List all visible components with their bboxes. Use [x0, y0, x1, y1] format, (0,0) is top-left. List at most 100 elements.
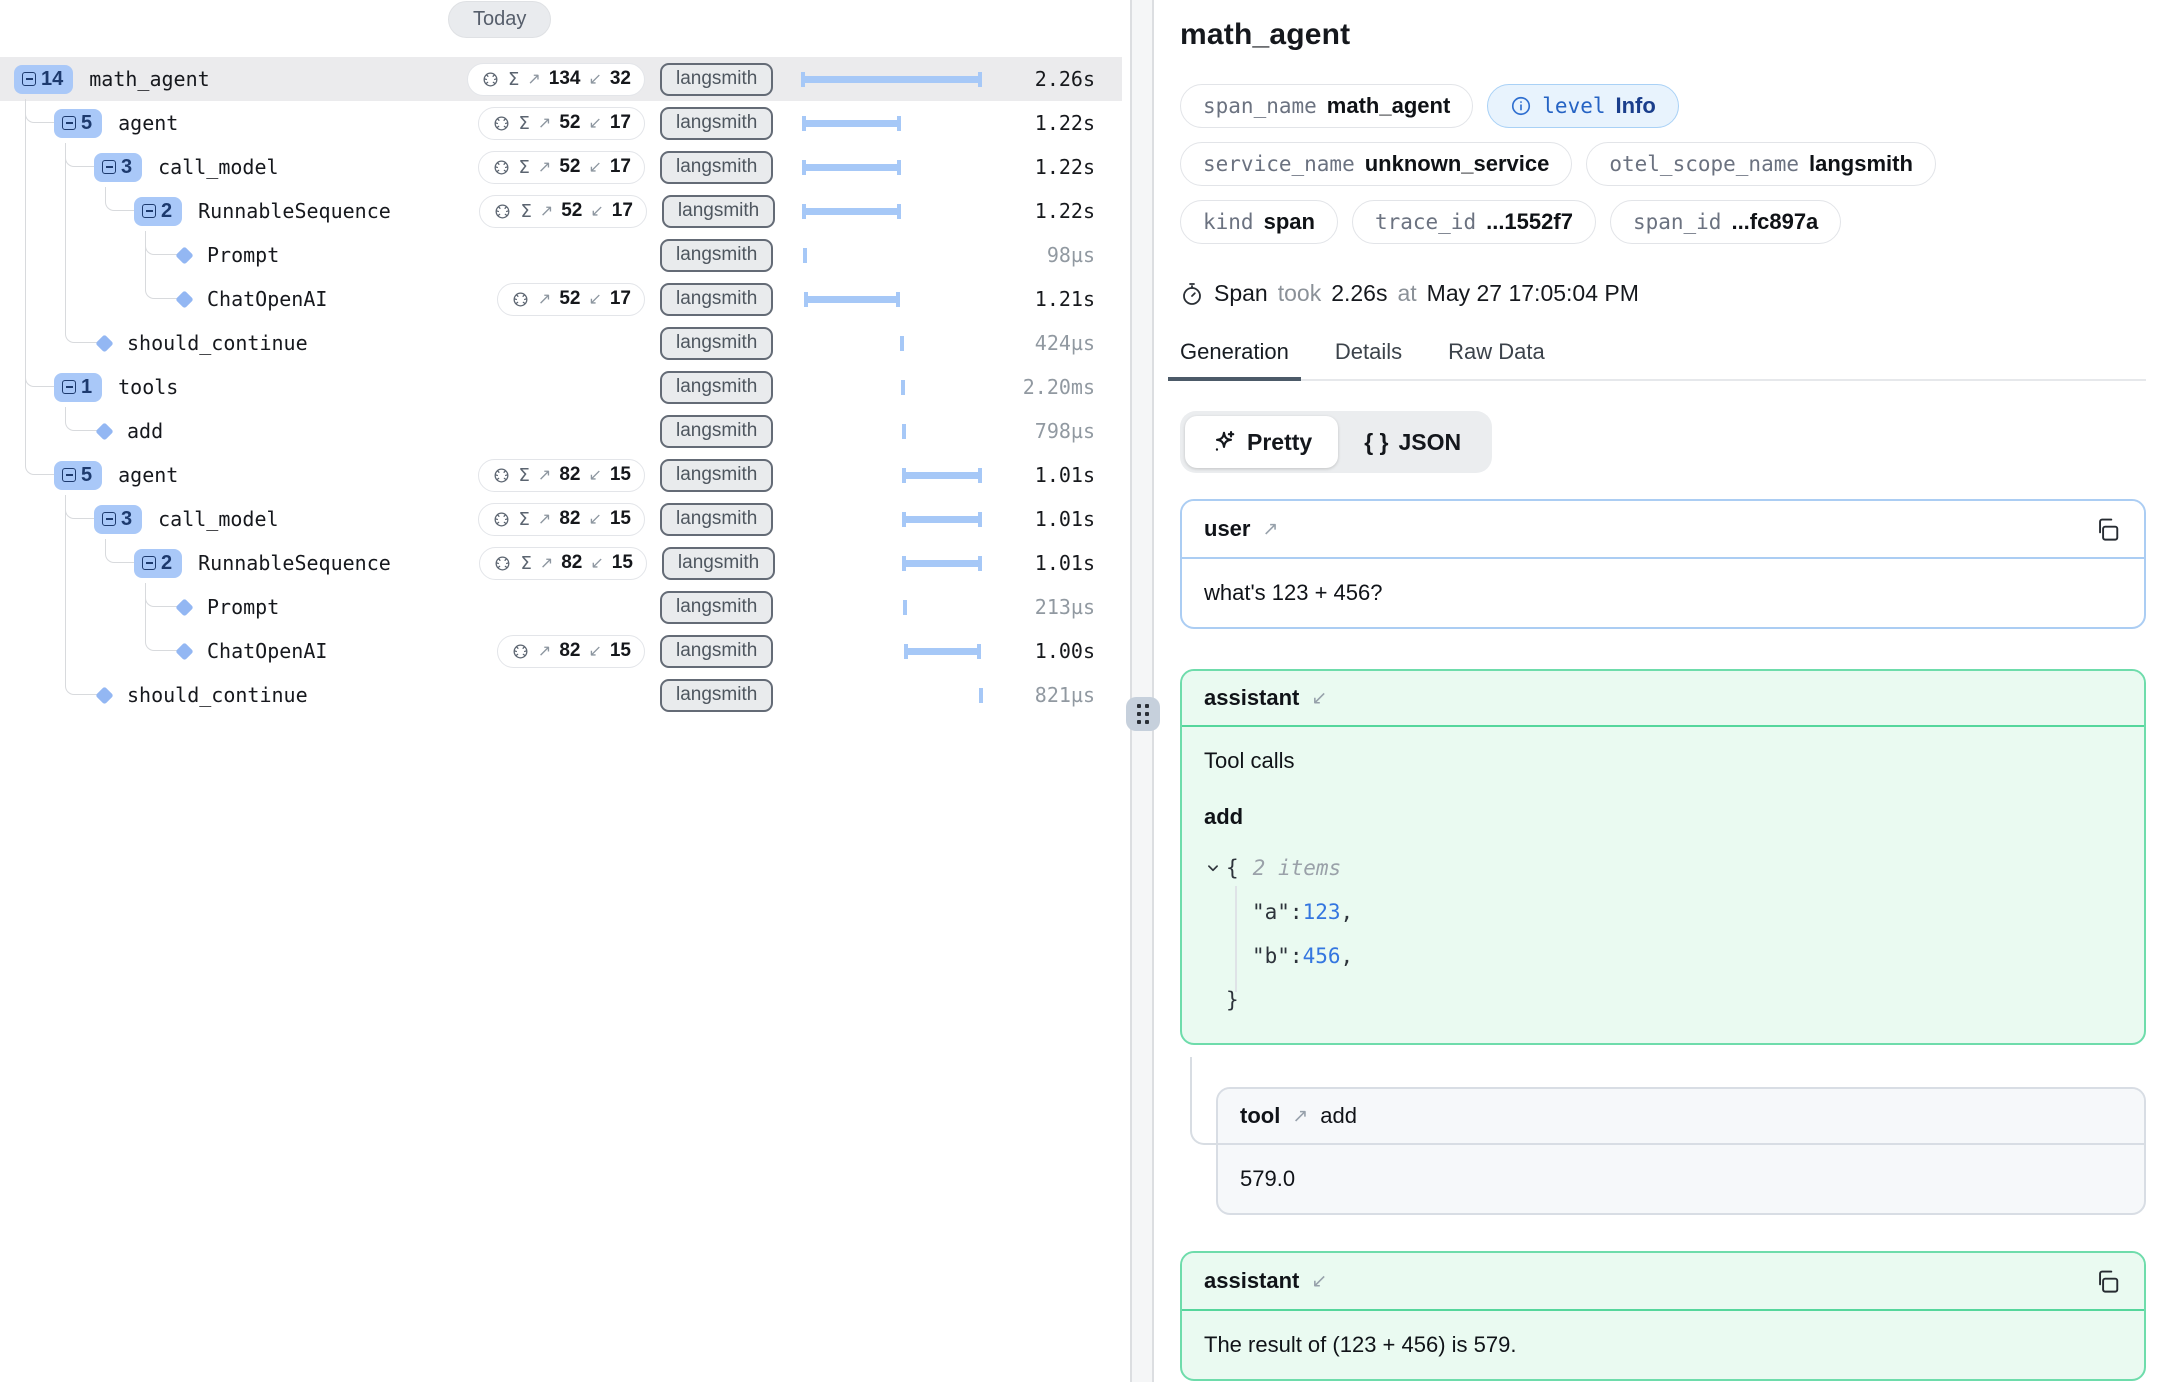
- tag-column: langsmith: [660, 327, 790, 360]
- pill-key: service_name: [1203, 152, 1355, 176]
- collapse-badge[interactable]: 14: [14, 65, 73, 94]
- span-name-label: ChatOpenAI: [207, 287, 327, 311]
- message-list: user↗what's 123 + 456?assistant↙Tool cal…: [1180, 499, 2146, 1381]
- tokens-column: ↗82↙15: [385, 635, 645, 668]
- json-entry-b: "b": 456,: [1204, 934, 2122, 978]
- trace-row-math_agent[interactable]: 14math_agentΣ↗134↙32langsmith2.26s: [0, 57, 1122, 101]
- child-count: 2: [161, 200, 172, 223]
- span-name-label: should_continue: [127, 683, 308, 707]
- token-usage-badge: Σ↗134↙32: [467, 63, 645, 96]
- tree-elbow-line: [25, 363, 56, 387]
- trace-row-add[interactable]: addlangsmith798µs: [0, 409, 1122, 453]
- token-coin-icon: [492, 158, 511, 177]
- message-card-assistant: assistant↙The result of (123 + 456) is 5…: [1180, 1251, 2146, 1381]
- trace-row-call_model[interactable]: 3call_modelΣ↗52↙17langsmith1.22s: [0, 145, 1122, 189]
- trace-row-should_continue[interactable]: should_continuelangsmith424µs: [0, 321, 1122, 365]
- message-card-user: user↗what's 123 + 456?: [1180, 499, 2146, 629]
- input-tokens-arrow-icon: ↗: [538, 465, 551, 485]
- input-tokens-value: 82: [559, 464, 580, 486]
- output-tokens-arrow-icon: ↙: [590, 553, 603, 573]
- tab-details[interactable]: Details: [1323, 339, 1414, 379]
- token-coin-icon: [492, 466, 511, 485]
- tree-guide-line: [25, 145, 26, 189]
- pill-key: kind: [1203, 210, 1254, 234]
- toggle-json[interactable]: { }JSON: [1338, 416, 1487, 468]
- tag-column: langsmith: [660, 151, 790, 184]
- message-card-assistant: assistant↙Tool callsadd{2 items"a": 123,…: [1180, 669, 2146, 1045]
- input-tokens-value: 82: [559, 640, 580, 662]
- metadata-pill-span_id: span_id...fc897a: [1610, 200, 1841, 244]
- tree-guide-line: [25, 409, 26, 453]
- project-tag: langsmith: [660, 459, 773, 492]
- metadata-pill-otel_scope_name: otel_scope_namelangsmith: [1586, 142, 1936, 186]
- tag-column: langsmith: [660, 239, 790, 272]
- output-tokens-arrow-icon: ↙: [590, 201, 603, 221]
- waterfall-cell: [800, 453, 985, 497]
- pill-value: langsmith: [1809, 151, 1913, 177]
- tag-column: langsmith: [660, 503, 790, 536]
- copy-button[interactable]: [2094, 1267, 2122, 1295]
- input-tokens-arrow-icon: ↗: [540, 201, 553, 221]
- copy-button[interactable]: [2094, 515, 2122, 543]
- open-brace: {: [1226, 856, 1239, 880]
- duration-label: 1.21s: [985, 287, 1095, 311]
- chevron-down-icon[interactable]: [1204, 859, 1222, 877]
- duration-label: 1.01s: [985, 507, 1095, 531]
- trace-row-ChatOpenAI[interactable]: ChatOpenAI↗82↙15langsmith1.00s: [0, 629, 1122, 673]
- trace-row-ChatOpenAI[interactable]: ChatOpenAI↗52↙17langsmith1.21s: [0, 277, 1122, 321]
- waterfall-cell: [800, 497, 985, 541]
- message-body: The result of (123 + 456) is 579.: [1182, 1311, 2144, 1379]
- collapse-badge[interactable]: 5: [54, 461, 102, 490]
- span-name-label: agent: [118, 463, 178, 487]
- collapse-badge[interactable]: 3: [94, 505, 142, 534]
- tokens-column: Σ↗82↙15: [385, 503, 645, 536]
- input-tokens-value: 82: [559, 508, 580, 530]
- trace-row-Prompt[interactable]: Promptlangsmith213µs: [0, 585, 1122, 629]
- tool-args-json: {2 items"a": 123,"b": 456,}: [1204, 846, 2122, 1022]
- panel-resize-gutter[interactable]: [1130, 0, 1154, 1382]
- trace-row-call_model[interactable]: 3 call_model Σ↗82↙15 langsmith 1.01s: [0, 497, 1122, 541]
- project-tag: langsmith: [660, 679, 773, 712]
- collapse-badge[interactable]: 2: [134, 549, 182, 578]
- span-name-label: should_continue: [127, 331, 308, 355]
- output-tokens-arrow-icon: ↙: [588, 641, 601, 661]
- output-tokens-value: 17: [612, 200, 633, 222]
- message-role-label: tool: [1240, 1103, 1280, 1129]
- input-tokens-arrow-icon: ↗: [527, 69, 540, 89]
- span-name-label: call_model: [158, 507, 278, 531]
- token-coin-icon: [493, 554, 512, 573]
- waterfall-cell: [800, 145, 985, 189]
- tab-raw-data[interactable]: Raw Data: [1436, 339, 1557, 379]
- child-count: 5: [81, 464, 92, 487]
- trace-row-should_continue[interactable]: should_continuelangsmith821µs: [0, 673, 1122, 717]
- duration-tick: [903, 600, 907, 615]
- project-tag: langsmith: [660, 151, 773, 184]
- sigma-icon: Σ: [519, 465, 530, 486]
- trace-row-Prompt[interactable]: Promptlangsmith98µs: [0, 233, 1122, 277]
- duration-tick: [902, 424, 906, 439]
- toggle-pretty[interactable]: Pretty: [1185, 416, 1338, 468]
- output-tokens-value: 15: [610, 464, 631, 486]
- token-usage-badge: Σ↗52↙17: [478, 151, 645, 184]
- trace-row-tools[interactable]: 1toolslangsmith2.20ms: [0, 365, 1122, 409]
- tokens-column: Σ↗52↙17: [385, 151, 645, 184]
- collapse-badge[interactable]: 2: [134, 197, 182, 226]
- span-name-label: RunnableSequence: [198, 199, 391, 223]
- tab-generation[interactable]: Generation: [1168, 339, 1301, 379]
- collapse-badge[interactable]: 3: [94, 153, 142, 182]
- tokens-column: Σ↗82↙15: [391, 547, 647, 580]
- input-tokens-value: 134: [549, 68, 581, 90]
- trace-row-agent[interactable]: 5agentΣ↗82↙15langsmith1.01s: [0, 453, 1122, 497]
- arrow-down-left-icon: ↙: [1311, 687, 1327, 710]
- tool-call-name: add: [1204, 804, 2122, 830]
- message-body: what's 123 + 456?: [1182, 559, 2144, 627]
- trace-row-agent[interactable]: 5agentΣ↗52↙17langsmith1.22s: [0, 101, 1122, 145]
- collapse-badge[interactable]: 5: [54, 109, 102, 138]
- output-tokens-value: 17: [610, 156, 631, 178]
- tree-guide-line: [25, 233, 26, 277]
- trace-row-RunnableSequence[interactable]: 2RunnableSequenceΣ↗52↙17langsmith1.22s: [0, 189, 1122, 233]
- collapse-badge[interactable]: 1: [54, 373, 102, 402]
- input-tokens-value: 52: [561, 200, 582, 222]
- trace-row-RunnableSequence[interactable]: 2RunnableSequenceΣ↗82↙15langsmith1.01s: [0, 541, 1122, 585]
- metadata-pill-row: kindspantrace_id...1552f7span_id...fc897…: [1180, 200, 2146, 244]
